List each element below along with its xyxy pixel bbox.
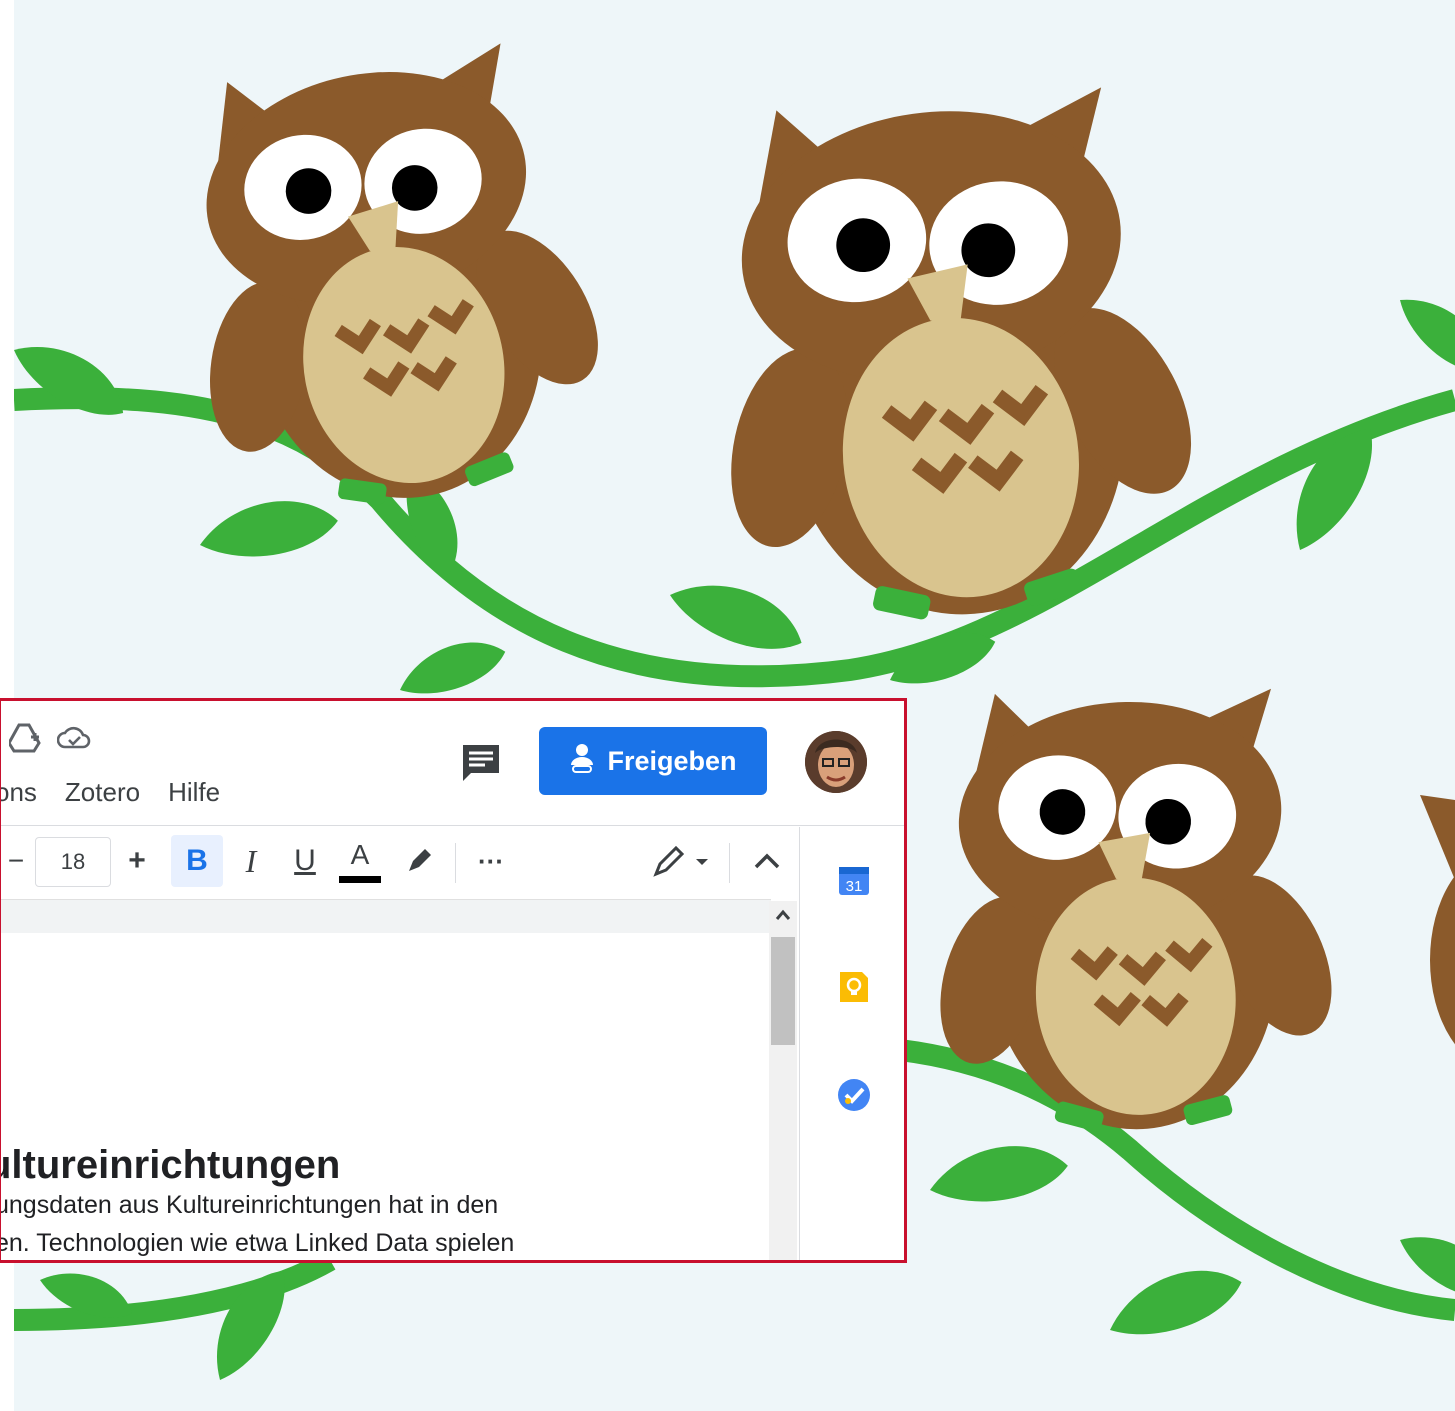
- vertical-scrollbar[interactable]: [769, 901, 797, 1260]
- comment-icon[interactable]: [459, 741, 503, 785]
- document-heading: ultureinrichtungen: [0, 1143, 341, 1187]
- share-person-icon: [569, 743, 595, 780]
- menu-item-addons[interactable]: ons: [1, 777, 37, 808]
- share-label: Freigeben: [607, 745, 737, 776]
- bold-button[interactable]: B: [171, 835, 223, 887]
- text-color-button[interactable]: A: [337, 835, 383, 887]
- docs-window-crop: ons Zotero Hilfe Freigeben − 18 + B I U …: [0, 698, 907, 1263]
- header-divider: [1, 825, 904, 826]
- calendar-icon[interactable]: 31: [836, 863, 872, 899]
- title-icons: [9, 723, 91, 753]
- share-button[interactable]: Freigeben: [539, 727, 767, 795]
- document-line: en. Technologien wie etwa Linked Data sp…: [0, 1229, 515, 1257]
- keep-icon[interactable]: [836, 969, 872, 1005]
- text-color-label: A: [350, 838, 370, 870]
- font-size-decrease-button[interactable]: −: [1, 841, 31, 881]
- font-size-increase-button[interactable]: +: [119, 841, 155, 881]
- side-panel: 31: [799, 827, 904, 1260]
- document-line: ungsdaten aus Kultureinrichtungen hat in…: [0, 1191, 499, 1219]
- formatting-toolbar: − 18 + B I U A ···: [1, 827, 799, 899]
- scroll-thumb[interactable]: [771, 937, 795, 1045]
- menu-item-zotero[interactable]: Zotero: [65, 777, 140, 808]
- scroll-up-icon[interactable]: [773, 905, 793, 925]
- document-page[interactable]: ultureinrichtungen ungsdaten aus Kulture…: [0, 933, 771, 1260]
- toolbar-separator: [729, 843, 730, 883]
- editing-mode-button[interactable]: [649, 839, 715, 883]
- font-size-input[interactable]: 18: [35, 837, 111, 887]
- owl-partial-icon: [1420, 795, 1455, 1045]
- avatar[interactable]: [805, 731, 867, 793]
- menu-item-help[interactable]: Hilfe: [168, 777, 220, 808]
- collapse-toolbar-icon[interactable]: [745, 839, 789, 883]
- menu-bar: ons Zotero Hilfe: [1, 777, 220, 808]
- cloud-saved-icon[interactable]: [57, 725, 91, 751]
- highlight-icon[interactable]: [397, 839, 441, 883]
- toolbar-separator: [455, 843, 456, 883]
- text-color-swatch: [339, 875, 381, 883]
- calendar-day: 31: [846, 878, 863, 895]
- underline-button[interactable]: U: [285, 839, 325, 883]
- drive-add-icon[interactable]: [9, 723, 41, 753]
- tasks-icon[interactable]: [836, 1077, 872, 1113]
- italic-button[interactable]: I: [231, 839, 271, 883]
- docs-header: ons Zotero Hilfe Freigeben: [1, 701, 904, 825]
- more-options-button[interactable]: ···: [469, 841, 513, 881]
- ruler: [1, 899, 771, 934]
